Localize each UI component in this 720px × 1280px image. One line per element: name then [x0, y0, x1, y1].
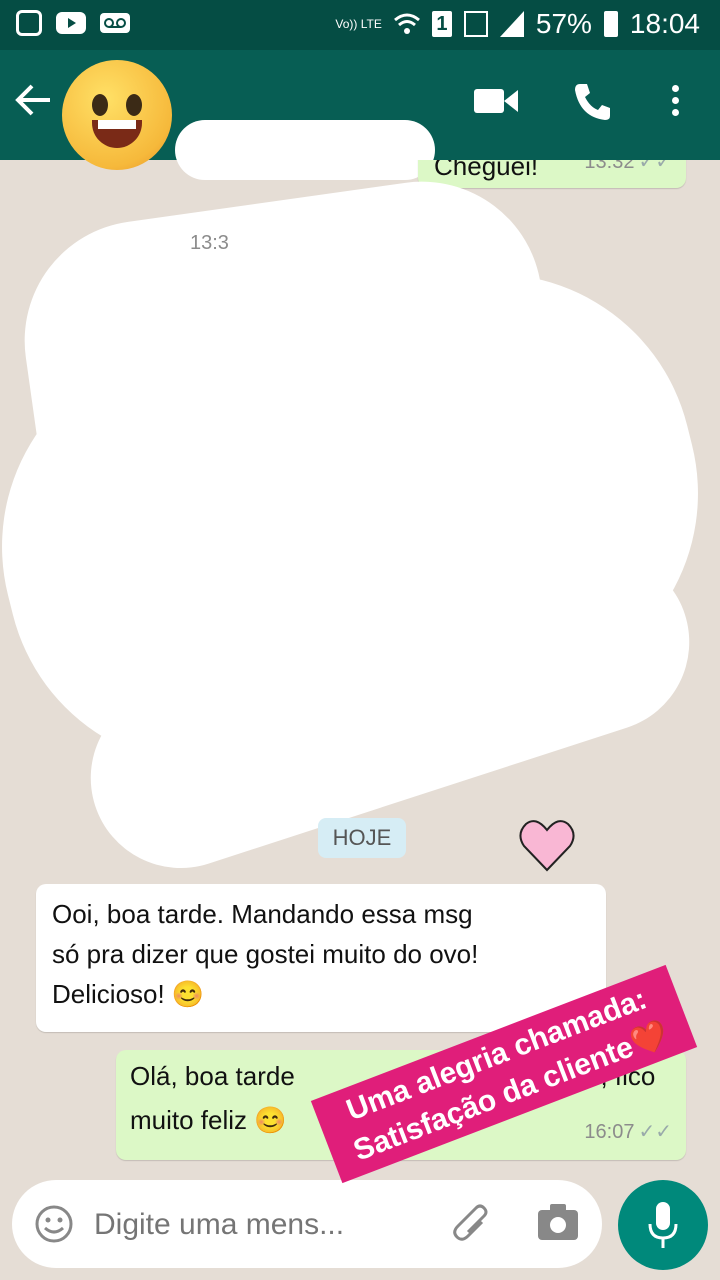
double-check-icon: ✓✓ [638, 1121, 672, 1143]
voicemail-icon [100, 13, 130, 33]
battery-icon [603, 11, 618, 37]
back-arrow-icon[interactable] [14, 80, 54, 120]
emoji-eye-right [126, 94, 142, 116]
signal-icon [499, 11, 524, 37]
video-call-icon[interactable] [474, 86, 518, 116]
message-time: 16:07 ✓✓ [584, 1121, 672, 1143]
emoji-eye-left [92, 94, 108, 116]
message-time: 13:32 ✓✓ [584, 160, 672, 182]
message-bubble-outgoing[interactable]: Cheguei! 13:32 ✓✓ [418, 160, 686, 188]
partial-time: 13:3 [190, 232, 229, 254]
mic-button[interactable] [618, 1180, 708, 1270]
camera-icon[interactable] [538, 1204, 578, 1240]
grinning-emoji-sticker [62, 60, 172, 170]
emoji-mouth [92, 120, 142, 148]
message-line: só pra dizer que gostei muito do ovo! [52, 939, 479, 969]
no-signal-icon [463, 11, 488, 37]
more-vert-icon[interactable] [672, 80, 679, 121]
double-check-icon: ✓✓ [638, 160, 672, 173]
emoji-icon[interactable] [34, 1204, 74, 1244]
message-text: Cheguei! [434, 160, 539, 181]
message-line: Ooi, boa tarde. Mandando essa msg [52, 899, 473, 929]
volte-indicator: Vo)) LTE [335, 17, 382, 31]
message-input[interactable] [92, 1202, 406, 1248]
instagram-icon [16, 10, 42, 36]
phone-icon[interactable] [572, 82, 612, 122]
notification-icons [16, 10, 130, 36]
mic-icon [648, 1202, 678, 1248]
message-bubble-incoming[interactable]: Ooi, boa tarde. Mandando essa msg só pra… [36, 884, 606, 1032]
status-bar: Vo)) LTE 1 57% 18:04 [0, 0, 720, 50]
clock: 18:04 [629, 8, 700, 39]
sim-indicator: 1 [431, 11, 452, 37]
wifi-icon [393, 13, 420, 34]
youtube-icon [56, 12, 86, 34]
message-line: muito feliz 😊 [130, 1105, 287, 1135]
battery-percent: 57% [535, 8, 592, 39]
date-chip: HOJE [318, 818, 406, 858]
message-input-bar [12, 1180, 602, 1268]
message-line: Delicioso! 😊 [52, 979, 205, 1009]
message-line: Olá, boa tarde [130, 1061, 295, 1091]
heart-sticker [519, 820, 575, 872]
attach-icon[interactable] [452, 1202, 492, 1246]
